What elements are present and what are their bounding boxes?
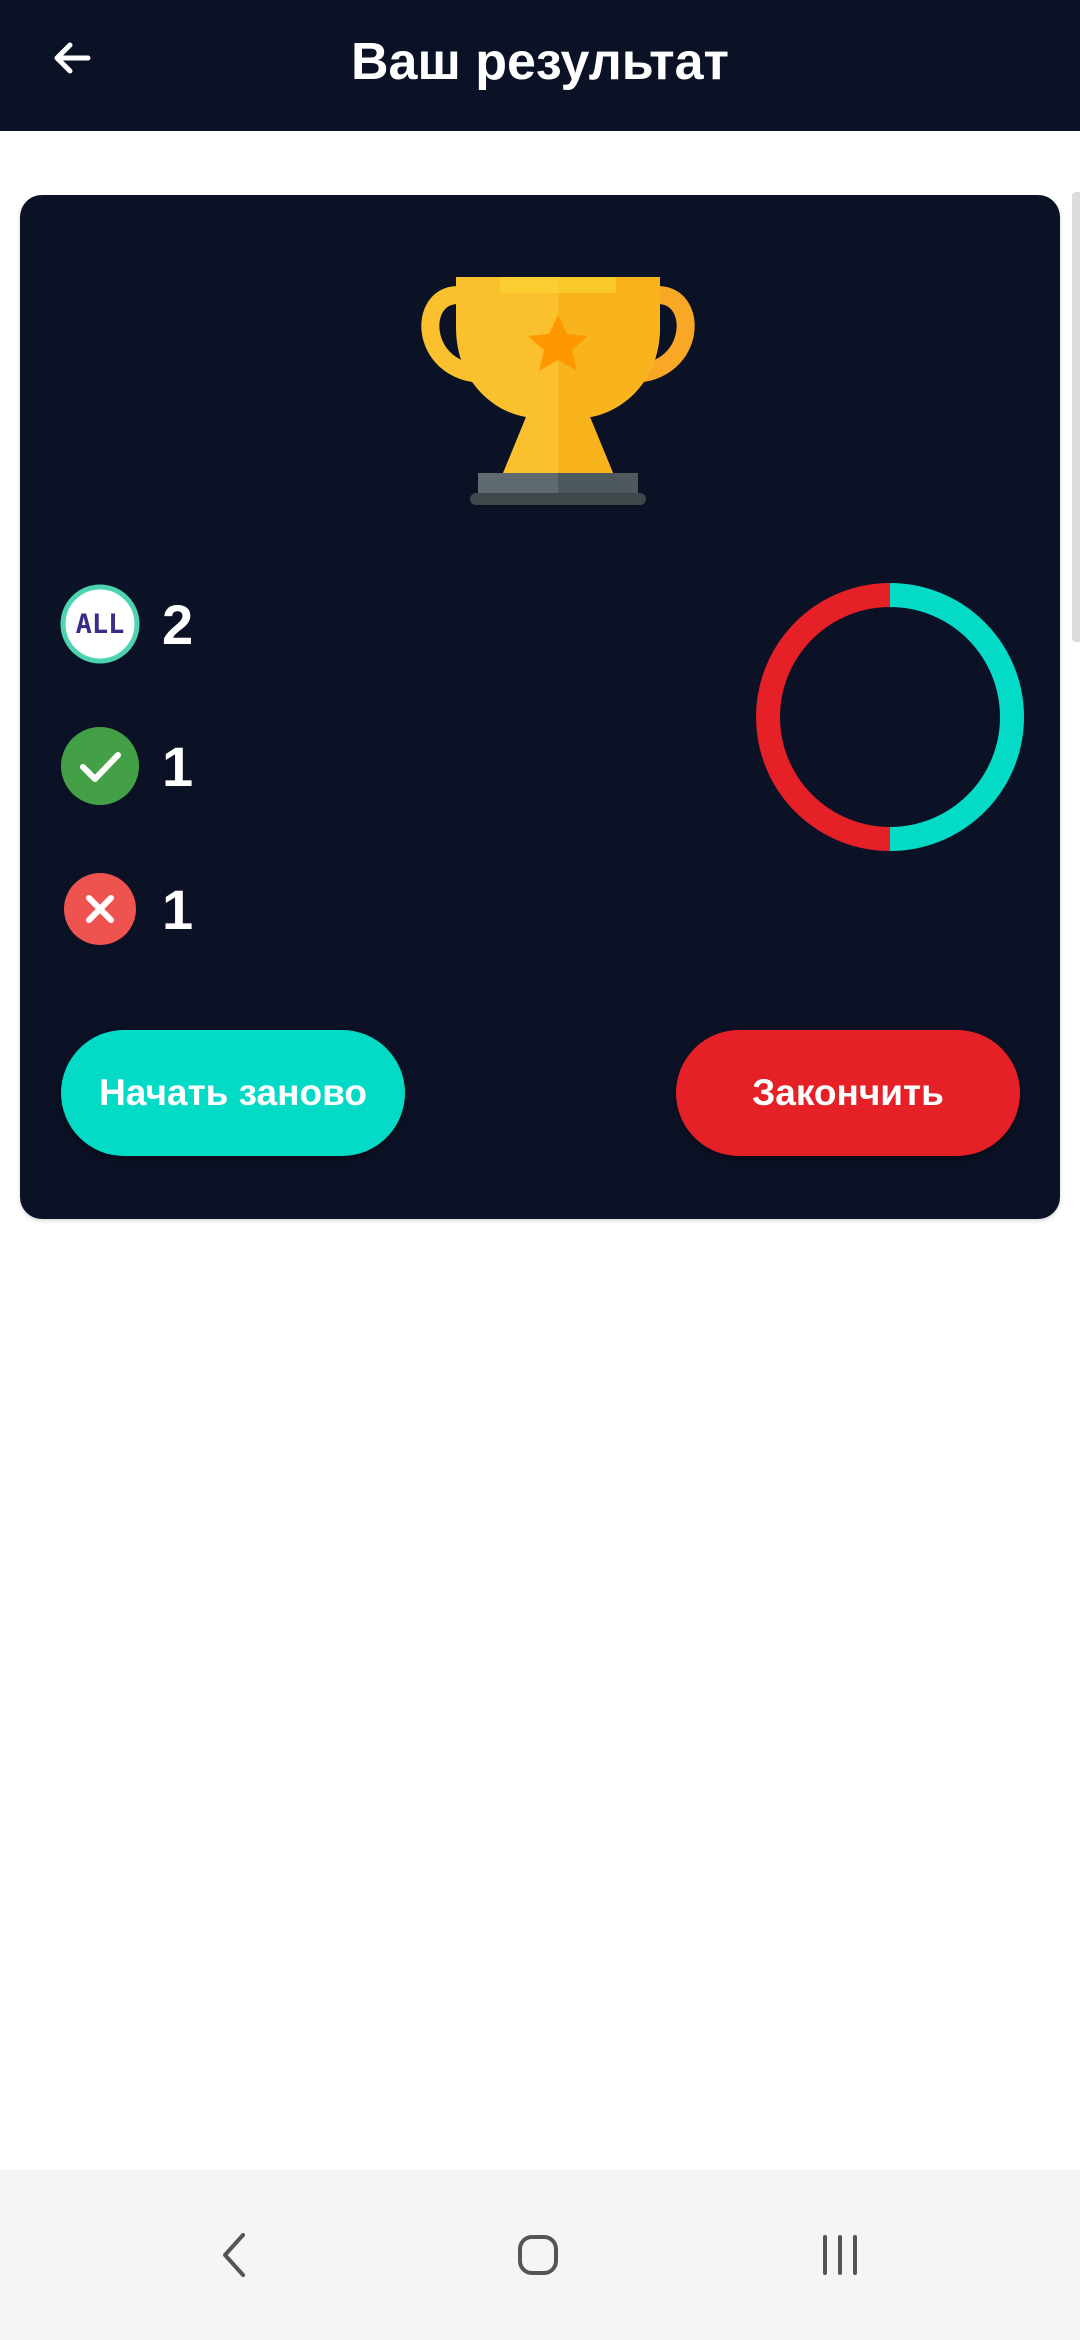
scroll-indicator (1072, 192, 1080, 642)
nav-back-icon (223, 2233, 245, 2277)
total-count: 2 (162, 592, 194, 656)
system-nav-bar (0, 2170, 1080, 2340)
correct-count: 1 (162, 734, 194, 798)
trophy-icon (421, 277, 695, 505)
page-title: Ваш результат (350, 33, 729, 91)
nav-home-button[interactable] (488, 2210, 588, 2300)
nav-recents-button[interactable] (790, 2210, 890, 2300)
result-ring-chart (756, 583, 1024, 851)
stat-row-all: ALL 2 (60, 579, 193, 669)
wrong-count: 1 (162, 877, 194, 941)
app-bar: Ваш результат (0, 0, 1080, 131)
ring-segment-1 (756, 583, 891, 851)
result-card: ALL 2 1 1 Начать заново Закончить (20, 195, 1060, 1219)
x-circle-icon (60, 869, 140, 949)
stat-row-wrong: 1 (60, 864, 193, 954)
all-badge-icon: ALL (60, 584, 140, 664)
nav-home-icon (518, 2235, 558, 2275)
ring-segment-0 (889, 583, 1024, 851)
stat-row-correct: 1 (60, 721, 193, 811)
nav-recents-icon (823, 2235, 857, 2275)
finish-button[interactable]: Закончить (676, 1030, 1020, 1156)
nav-back-button[interactable] (185, 2210, 285, 2300)
all-badge-text: ALL (75, 608, 125, 640)
restart-button[interactable]: Начать заново (61, 1030, 405, 1156)
check-circle-icon (60, 726, 140, 806)
